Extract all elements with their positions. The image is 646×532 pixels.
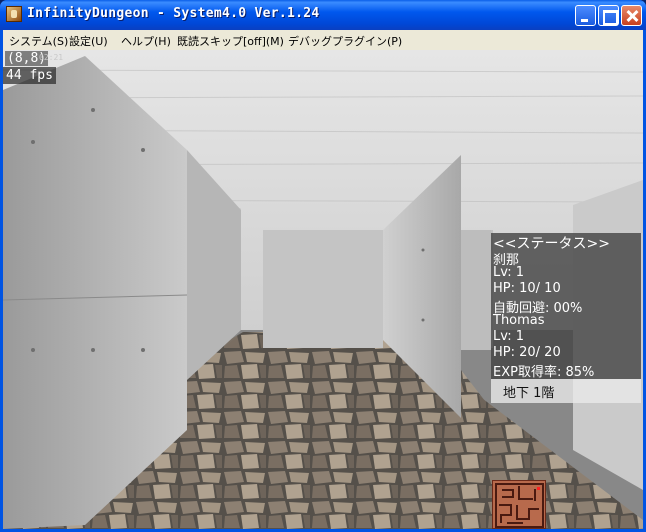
menu-bar: システム(S) 設定(U) ヘルプ(H) 既読スキップ[off](M) デバッグ… bbox=[3, 30, 643, 50]
menu-debug-plugin[interactable]: デバッグプラグイン(P) bbox=[288, 33, 402, 49]
char1-level: Lv: 1 bbox=[493, 265, 525, 280]
char1-hp: HP: 10/ 10 bbox=[493, 281, 561, 296]
char2-level: Lv: 1 bbox=[493, 329, 525, 344]
floor-panel: 地下 1階 bbox=[491, 379, 641, 403]
menu-help[interactable]: ヘルプ(H) bbox=[121, 33, 171, 49]
title-bar[interactable]: InfinityDungeon - System4.0 Ver.1.24 bbox=[0, 0, 646, 30]
fps-counter: 44 fps bbox=[3, 67, 56, 84]
menu-system[interactable]: システム(S) bbox=[9, 33, 68, 49]
menu-skip-read[interactable]: 既読スキップ[off](M) bbox=[177, 33, 284, 49]
app-icon[interactable] bbox=[6, 6, 22, 22]
menu-settings[interactable]: 設定(U) bbox=[69, 33, 108, 49]
window-title: InfinityDungeon - System4.0 Ver.1.24 bbox=[27, 6, 320, 21]
minimap[interactable] bbox=[492, 480, 546, 529]
app-window: InfinityDungeon - System4.0 Ver.1.24 システ… bbox=[0, 0, 646, 532]
minimize-button[interactable] bbox=[575, 5, 596, 26]
play-timer: 02:21 bbox=[39, 53, 64, 62]
char2-hp: HP: 20/ 20 bbox=[493, 345, 561, 360]
char2-name: Thomas bbox=[493, 313, 545, 328]
char2-exp-rate: EXP取得率: 85% bbox=[493, 365, 595, 380]
status-panel: <<ステータス>> 刹那 Lv: 1 HP: 10/ 10 自動回避: 00% … bbox=[491, 233, 641, 380]
close-button[interactable] bbox=[621, 5, 642, 26]
game-viewport[interactable]: (8,8) 02:21 44 fps <<ステータス>> 刹那 Lv: 1 HP… bbox=[3, 50, 643, 529]
maximize-button[interactable] bbox=[598, 5, 619, 26]
player-marker bbox=[537, 487, 540, 490]
floor-label: 地下 1階 bbox=[503, 386, 555, 401]
minimap-grid bbox=[495, 483, 544, 528]
